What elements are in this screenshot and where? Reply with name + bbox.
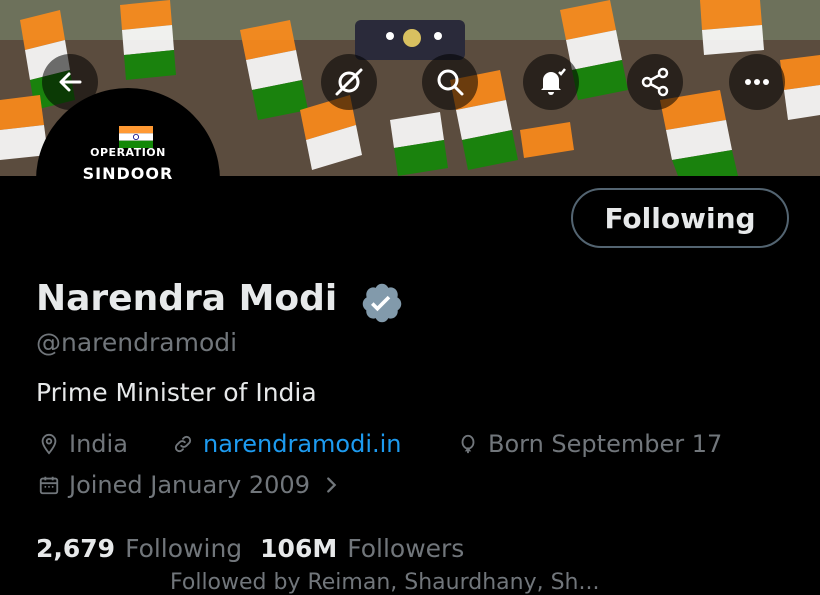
grok-icon <box>335 68 363 96</box>
calendar-icon <box>39 476 59 495</box>
profile-joined[interactable]: Joined January 2009 <box>38 471 342 499</box>
profile-website[interactable]: narendramodi.in <box>172 430 402 458</box>
following-label[interactable]: Following <box>125 534 242 563</box>
avatar-text-sindoor: SINDOOR <box>82 164 174 183</box>
profile-handle: @narendramodi <box>36 328 238 357</box>
profile-birthday: Born September 17 <box>457 430 722 458</box>
birthday-text: Born September 17 <box>488 430 723 458</box>
share-icon <box>641 67 669 97</box>
notification-bell-icon <box>541 68 566 95</box>
location-text: India <box>69 430 128 458</box>
website-link[interactable]: narendramodi.in <box>203 430 402 458</box>
location-pin-icon <box>41 433 57 455</box>
avatar-text-operation: OPERATION <box>90 146 166 159</box>
grok-button[interactable] <box>321 54 377 110</box>
more-button[interactable] <box>729 54 785 110</box>
followers-label[interactable]: Followers <box>347 534 464 563</box>
india-flag-icon <box>119 126 153 148</box>
search-icon <box>437 69 464 96</box>
back-arrow-icon <box>59 72 82 92</box>
joined-text: Joined January 2009 <box>69 471 310 499</box>
search-button[interactable] <box>422 54 478 110</box>
profile-bio: Prime Minister of India <box>36 378 317 407</box>
chevron-right-icon <box>327 477 337 493</box>
verified-badge-icon[interactable] <box>360 281 404 325</box>
following-button[interactable]: Following <box>571 188 789 248</box>
profile-location: India <box>38 430 128 458</box>
follow-stats: 2,679 Following 106M Followers <box>36 534 482 563</box>
following-count[interactable]: 2,679 <box>36 534 115 563</box>
more-icon <box>745 79 769 85</box>
followers-count[interactable]: 106M <box>260 534 337 563</box>
link-icon <box>174 435 192 453</box>
avatar[interactable]: OPERATION SINDOOR <box>36 88 220 272</box>
followed-by-text[interactable]: Followed by Reiman, Shaurdhany, Sh... <box>170 570 599 595</box>
profile-name: Narendra Modi <box>36 278 338 319</box>
share-button[interactable] <box>627 54 683 110</box>
balloon-icon <box>461 434 475 454</box>
notifications-button[interactable] <box>523 54 579 110</box>
